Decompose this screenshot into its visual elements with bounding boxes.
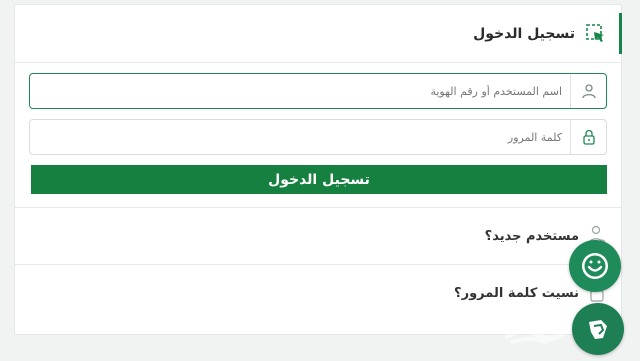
- new-user-label: مستخدم جديد؟: [484, 228, 579, 244]
- password-field: [29, 119, 607, 155]
- login-select-icon: [585, 23, 607, 45]
- login-header: تسجيل الدخول: [15, 5, 622, 63]
- forgot-password-label: نسيت كلمة المرور؟: [454, 285, 579, 301]
- forgot-password-link[interactable]: نسيت كلمة المرور؟: [15, 264, 621, 321]
- chat-bot-button[interactable]: [569, 240, 621, 292]
- page-title: تسجيل الدخول: [473, 25, 575, 42]
- user-icon: [570, 74, 606, 108]
- login-button[interactable]: تسجيل الدخول: [31, 165, 607, 194]
- login-panel: تسجيل الدخول تسجيل الدخول: [14, 4, 622, 335]
- password-input[interactable]: [30, 120, 570, 154]
- accessibility-icon: [581, 312, 615, 346]
- accessibility-button[interactable]: [572, 303, 624, 355]
- username-field: [29, 73, 607, 109]
- chat-bot-icon: [578, 249, 612, 283]
- login-form: تسجيل الدخول: [15, 63, 621, 194]
- new-user-link[interactable]: مستخدم جديد؟: [15, 207, 621, 264]
- watermark-logo: [502, 314, 570, 350]
- lock-icon: [570, 120, 606, 154]
- username-input[interactable]: [30, 74, 570, 108]
